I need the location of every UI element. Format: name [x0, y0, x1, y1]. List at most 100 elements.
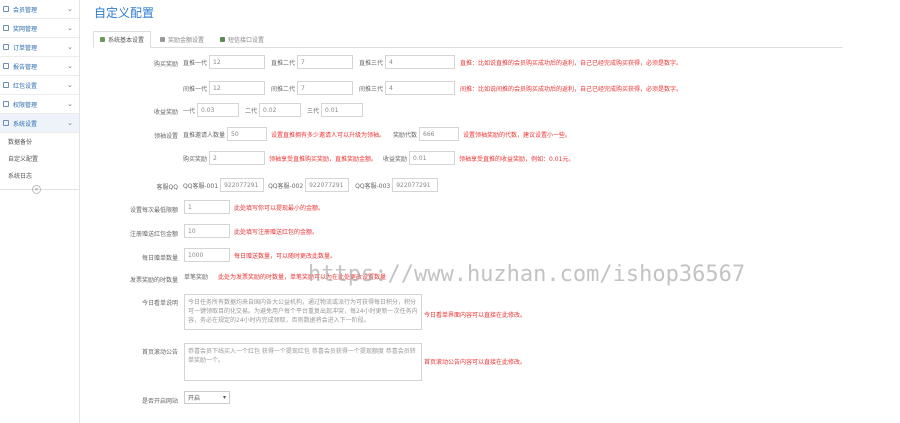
reward-generations-input[interactable]: 666 [419, 127, 460, 141]
field-sublabel: QQ客服-001 [183, 182, 219, 190]
cart-icon [3, 44, 9, 50]
sidebar-item-label: 报告管理 [13, 63, 38, 71]
hint-text: 每日赠送数量，可以随时更改此数量。 [234, 252, 337, 260]
income-gen1-input[interactable]: 0.03 [197, 103, 240, 117]
sidebar-subitem-label: 系统日志 [8, 173, 33, 180]
leader-invite-count-input[interactable]: 50 [227, 127, 268, 141]
field-sublabel: 直推三代 [359, 59, 384, 67]
qq-service-2-input[interactable]: 922077291 [305, 178, 350, 192]
home-notice-label: 首页滚动公告 [141, 349, 178, 356]
purchase-reward-label: 购买奖励 [153, 61, 178, 68]
chevron-down-icon: ⌄ [67, 24, 73, 32]
field-sublabel: 一代 [183, 107, 196, 115]
sidebar-subitem-config[interactable]: 自定义配置 [0, 150, 79, 167]
sidebar-item-reports[interactable]: 报告管理 ⌄ [0, 57, 79, 76]
page-title: 自定义配置 [94, 6, 155, 20]
field-sublabel: 间推二代 [271, 85, 296, 93]
field-sublabel: 直推一代 [183, 59, 208, 67]
field-sublabel: 收益奖励 [383, 155, 408, 163]
direct-gen1-input[interactable]: 12 [209, 55, 266, 69]
home-notice-textarea[interactable]: 恭喜会员下线买入一个红包 获得一个提现红包 恭喜会员获得一个提现额度 恭喜会员转… [184, 343, 422, 381]
sidebar-item-permissions[interactable]: 权限管理 ⌄ [0, 95, 79, 114]
sidebar-item-label: 订单管理 [13, 44, 38, 52]
field-sublabel: 间推一代 [183, 85, 208, 93]
field-sublabel: 三代 [307, 107, 320, 115]
sidebar-subitem-backup[interactable]: 数据备份 [0, 133, 79, 150]
hint-text: 设置直推拥有多少邀请人可以升级为领袖。 [271, 131, 386, 139]
field-sublabel: QQ客服-002 [268, 182, 304, 190]
hint-text: 今日看单界面内容可以直接在此修改。 [424, 312, 527, 319]
register-bonus-row: 10 此处填写注册赠送红包的金额。 [184, 224, 318, 238]
hint-text: 此处填写你可以提现最小的金额。 [234, 204, 325, 212]
today-order-desc-textarea[interactable]: 今日任务所有数据均来自国内各大公益机构，通过物流或派行为可获得每日积分，积分可一… [184, 294, 422, 330]
register-bonus-input[interactable]: 10 [184, 224, 230, 238]
gear-icon [3, 120, 9, 126]
qq-service-3-input[interactable]: 922077291 [392, 178, 439, 192]
qq-service-1-input[interactable]: 922077291 [220, 178, 265, 192]
sidebar-item-members[interactable]: 会员管理 ⌄ [0, 0, 79, 19]
sidebar-item-system[interactable]: 系统设置 ⌄ [0, 114, 79, 133]
leader-settings-row: 直推邀请人数量 50 设置直推拥有多少邀请人可以升级为领袖。 奖励代数 666 … [183, 127, 571, 141]
sidebar-item-label: 系统设置 [13, 120, 38, 128]
sidebar-item-label: 红包设置 [13, 82, 38, 90]
leader-income-reward-input[interactable]: 0.01 [409, 151, 456, 165]
sidebar-item-rewards[interactable]: 奖网管理 ⌄ [0, 19, 79, 38]
gift-icon [3, 82, 9, 88]
indirect-gen1-input[interactable]: 12 [209, 81, 266, 95]
daily-orders-label: 每日赠单数量 [141, 255, 178, 262]
field-sublabel: QQ客服-003 [355, 182, 391, 190]
sidebar: 会员管理 ⌄ 奖网管理 ⌄ 订单管理 ⌄ 报告管理 ⌄ 红包设置 ⌄ 权限管理 ⌄ 系统设置… [0, 0, 80, 423]
field-sublabel: 购买奖励 [183, 155, 208, 163]
tab-sms[interactable]: 短信接口设置 [213, 31, 271, 48]
tab-bar: 系统基本设置 奖励金额设置 短信接口设置 [93, 31, 843, 48]
tab-label: 奖励金额设置 [168, 37, 205, 44]
field-sublabel: 直推邀请人数量 [183, 131, 226, 139]
tab-system-basic[interactable]: 系统基本设置 [93, 31, 152, 48]
register-bonus-label: 注册赠送红包金额 [129, 231, 178, 238]
purchase-reward-indirect-row: 间推一代 12 间推二代 7 间推三代 4 间推：比如说间推的会员购买成功后的返… [183, 81, 682, 95]
sidebar-item-redpacket[interactable]: 红包设置 ⌄ [0, 76, 79, 95]
indirect-gen2-input[interactable]: 7 [297, 81, 354, 95]
hint-text: 设置领袖奖励的代数，建议设置小一些。 [463, 131, 572, 139]
chart-icon [3, 63, 9, 69]
direct-gen3-input[interactable]: 4 [385, 55, 456, 69]
list-icon [3, 25, 9, 31]
money-icon [160, 37, 166, 42]
field-sublabel: 二代 [245, 107, 258, 115]
sidebar-subitem-logs[interactable]: 系统日志 [0, 167, 79, 184]
customer-service-row: QQ客服-001 922077291 QQ客服-002 922077291 QQ… [183, 178, 439, 192]
site-open-select[interactable]: 开启 ▾ [184, 391, 230, 404]
chevron-down-icon: ⌄ [67, 100, 73, 108]
income-reward-label: 收益奖励 [153, 109, 178, 116]
income-gen2-input[interactable]: 0.02 [259, 103, 302, 117]
direct-gen2-input[interactable]: 7 [297, 55, 354, 69]
hint-text: 首页滚动公告内容可以直接在此修改。 [424, 359, 527, 366]
hint-text: 直推：比如说直推的会员购买成功后的返利，自己已经完成购买获得，必须是数字。 [460, 59, 683, 67]
chevron-down-icon: ⌄ [67, 5, 73, 13]
sidebar-item-orders[interactable]: 订单管理 ⌄ [0, 38, 79, 57]
income-gen3-input[interactable]: 0.01 [321, 103, 364, 117]
lock-icon [3, 101, 9, 107]
hint-text: 领袖享受直推购买奖励，直推奖励金额。 [269, 155, 378, 163]
hint-text: 间推：比如说间推的会员购买成功后的返利，自己已经完成购买获得，必须是数字。 [460, 85, 683, 93]
users-icon [3, 6, 9, 12]
daily-orders-row: 1000 每日赠送数量，可以随时更改此数量。 [184, 248, 336, 262]
message-icon [220, 37, 226, 42]
leader-rewards-row: 购买奖励 2 领袖享受直推购买奖励，直推奖励金额。 收益奖励 0.01 领袖享受… [183, 151, 574, 165]
sidebar-item-label: 会员管理 [13, 6, 38, 14]
indirect-gen3-input[interactable]: 4 [385, 81, 456, 95]
sidebar-item-label: 奖网管理 [13, 25, 38, 33]
sidebar-subitem-label: 自定义配置 [8, 156, 39, 163]
hint-text: 领袖享受直推的收益奖励，例如：0.01元。 [459, 155, 575, 163]
sidebar-item-label: 权限管理 [13, 101, 38, 109]
tab-reward-amount[interactable]: 奖励金额设置 [153, 31, 211, 48]
collapse-sidebar-button[interactable]: « [32, 185, 41, 194]
field-sublabel: 间推三代 [359, 85, 384, 93]
leader-settings-label: 领袖设置 [153, 133, 178, 140]
hint-text: 此处填写注册赠送红包的金额。 [234, 228, 319, 236]
leader-purchase-reward-input[interactable]: 2 [209, 151, 266, 165]
daily-orders-input[interactable]: 1000 [184, 248, 230, 262]
min-withdraw-input[interactable]: 1 [184, 200, 230, 214]
customer-service-label: 客服QQ [156, 184, 178, 191]
chevron-down-icon: ⌄ [67, 62, 73, 70]
